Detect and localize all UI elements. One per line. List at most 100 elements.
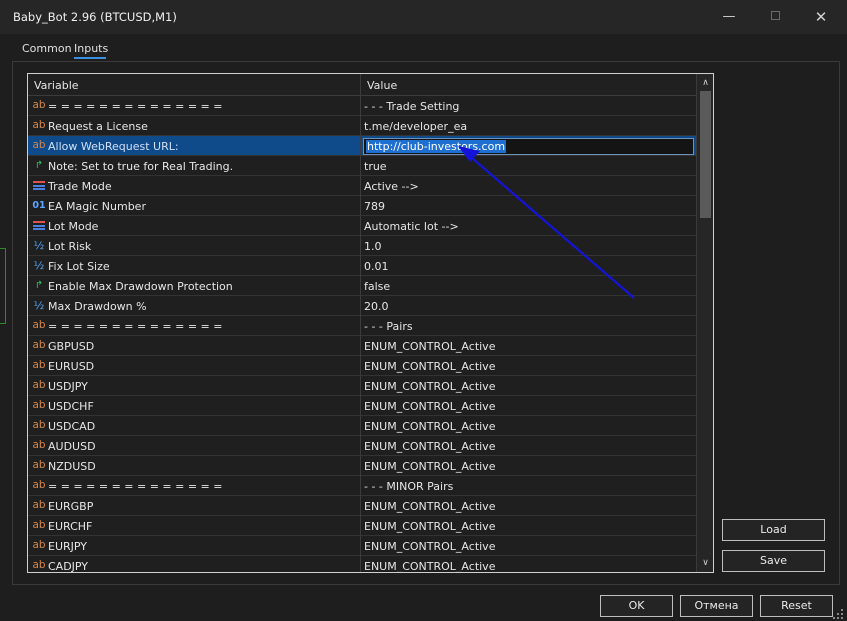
enum-type-icon (32, 219, 46, 232)
row-value[interactable]: 0.01 (364, 260, 389, 273)
row-variable: NZDUSD (48, 460, 96, 473)
enum-type-icon (32, 179, 46, 192)
row-variable: = = = = = = = = = = = = = = (48, 320, 223, 333)
reset-button[interactable]: Reset (760, 595, 833, 617)
string-type-icon: ab (32, 559, 46, 571)
string-type-icon: ab (32, 119, 46, 131)
table-row[interactable]: 01 EA Magic Number 789 (28, 196, 696, 216)
table-row[interactable]: ab Request a License t.me/developer_ea (28, 116, 696, 136)
table-row[interactable]: ½ Fix Lot Size 0.01 (28, 256, 696, 276)
ok-button[interactable]: OK (600, 595, 673, 617)
row-value[interactable]: ENUM_CONTROL_Active (364, 540, 495, 553)
row-value[interactable]: ENUM_CONTROL_Active (364, 560, 495, 572)
table-row[interactable]: ab EURCHF ENUM_CONTROL_Active (28, 516, 696, 536)
tab-label: Common (22, 42, 72, 55)
background-chart-edge (0, 248, 6, 324)
table-row[interactable]: ab GBPUSD ENUM_CONTROL_Active (28, 336, 696, 356)
row-value[interactable]: ENUM_CONTROL_Active (364, 500, 495, 513)
close-button[interactable]: ✕ (808, 6, 834, 28)
minimize-button[interactable]: — (716, 6, 742, 28)
scroll-thumb[interactable] (700, 91, 711, 218)
row-variable: Enable Max Drawdown Protection (48, 280, 233, 293)
row-value[interactable]: ENUM_CONTROL_Active (364, 440, 495, 453)
row-variable: Lot Risk (48, 240, 92, 253)
row-value[interactable]: - - - Trade Setting (364, 100, 459, 113)
row-value[interactable]: 1.0 (364, 240, 382, 253)
table-row[interactable]: ab USDCHF ENUM_CONTROL_Active (28, 396, 696, 416)
string-type-icon: ab (32, 99, 46, 111)
value-edit-field[interactable]: http://club-investors.com (363, 138, 694, 155)
row-variable: Allow WebRequest URL: (48, 140, 179, 153)
row-variable: USDCHF (48, 400, 94, 413)
table-row[interactable]: ab CADJPY ENUM_CONTROL_Active (28, 556, 696, 572)
row-value[interactable]: - - - MINOR Pairs (364, 480, 453, 493)
string-type-icon: ab (32, 359, 46, 371)
row-value[interactable]: 789 (364, 200, 385, 213)
row-variable: EURGBP (48, 500, 94, 513)
cancel-button[interactable]: Отмена (680, 595, 753, 617)
row-variable: Note: Set to true for Real Trading. (48, 160, 234, 173)
table-row[interactable]: ab USDJPY ENUM_CONTROL_Active (28, 376, 696, 396)
table-row[interactable]: ab NZDUSD ENUM_CONTROL_Active (28, 456, 696, 476)
double-type-icon: ½ (33, 299, 45, 312)
table-row[interactable]: ab AUDUSD ENUM_CONTROL_Active (28, 436, 696, 456)
table-row[interactable]: ↱ Note: Set to true for Real Trading. true (28, 156, 696, 176)
row-value[interactable]: t.me/developer_ea (364, 120, 467, 133)
table-row[interactable]: ½ Max Drawdown % 20.0 (28, 296, 696, 316)
table-row[interactable]: Trade Mode Active --> (28, 176, 696, 196)
table-row[interactable]: ab = = = = = = = = = = = = = = - - - Pairs (28, 316, 696, 336)
scroll-up-button[interactable]: ∧ (697, 75, 713, 91)
row-variable: Lot Mode (48, 220, 99, 233)
row-value[interactable]: Automatic lot --> (364, 220, 459, 233)
maximize-icon (770, 11, 780, 20)
table-row[interactable]: ab EURJPY ENUM_CONTROL_Active (28, 536, 696, 556)
table-row[interactable]: ab EURGBP ENUM_CONTROL_Active (28, 496, 696, 516)
row-value[interactable]: ENUM_CONTROL_Active (364, 520, 495, 533)
string-type-icon: ab (32, 439, 46, 451)
row-variable: EURCHF (48, 520, 93, 533)
row-variable: Fix Lot Size (48, 260, 110, 273)
vertical-scrollbar[interactable]: ∧ ∨ (696, 74, 713, 572)
tab-common[interactable]: Common (22, 42, 72, 55)
row-variable: = = = = = = = = = = = = = = (48, 480, 223, 493)
row-variable: AUDUSD (48, 440, 96, 453)
table-row[interactable]: ab EURUSD ENUM_CONTROL_Active (28, 356, 696, 376)
tab-inputs[interactable]: Inputs (74, 42, 108, 59)
load-button[interactable]: Load (722, 519, 825, 541)
row-value[interactable]: ENUM_CONTROL_Active (364, 340, 495, 353)
row-value[interactable]: ENUM_CONTROL_Active (364, 360, 495, 373)
inputs-table[interactable]: Variable Value ab = = = = = = = = = = = =… (27, 73, 714, 573)
row-value[interactable]: Active --> (364, 180, 419, 193)
column-header-value[interactable]: Value (367, 79, 397, 92)
row-variable: USDJPY (48, 380, 88, 393)
integer-type-icon: 01 (32, 200, 46, 211)
close-icon: ✕ (814, 8, 828, 26)
table-row[interactable]: ab = = = = = = = = = = = = = = - - - Trade… (28, 96, 696, 116)
row-value[interactable]: ENUM_CONTROL_Active (364, 460, 495, 473)
row-value[interactable]: true (364, 160, 387, 173)
string-type-icon: ab (32, 419, 46, 431)
resize-grip-icon[interactable] (830, 608, 844, 620)
table-row[interactable]: ab = = = = = = = = = = = = = = - - - MINOR… (28, 476, 696, 496)
table-row[interactable]: Lot Mode Automatic lot --> (28, 216, 696, 236)
bool-type-icon: ↱ (34, 280, 44, 291)
active-tab-indicator (74, 57, 106, 59)
column-header-variable[interactable]: Variable (34, 79, 79, 92)
table-row[interactable]: ab USDCAD ENUM_CONTROL_Active (28, 416, 696, 436)
row-value[interactable]: ENUM_CONTROL_Active (364, 380, 495, 393)
save-button[interactable]: Save (722, 550, 825, 572)
row-variable: EA Magic Number (48, 200, 146, 213)
row-value[interactable]: ENUM_CONTROL_Active (364, 420, 495, 433)
row-value[interactable]: ENUM_CONTROL_Active (364, 400, 495, 413)
table-body: ab = = = = = = = = = = = = = = - - - Trade… (28, 96, 696, 572)
table-row[interactable]: ½ Lot Risk 1.0 (28, 236, 696, 256)
row-value[interactable]: - - - Pairs (364, 320, 413, 333)
string-type-icon: ab (32, 399, 46, 411)
row-value[interactable]: false (364, 280, 390, 293)
row-value[interactable]: 20.0 (364, 300, 389, 313)
bool-type-icon: ↱ (34, 160, 44, 171)
string-type-icon: ab (32, 519, 46, 531)
scroll-down-button[interactable]: ∨ (697, 555, 713, 571)
table-row[interactable]: ↱ Enable Max Drawdown Protection false (28, 276, 696, 296)
table-row[interactable]: ab Allow WebRequest URL: http://club-inves… (28, 136, 696, 156)
